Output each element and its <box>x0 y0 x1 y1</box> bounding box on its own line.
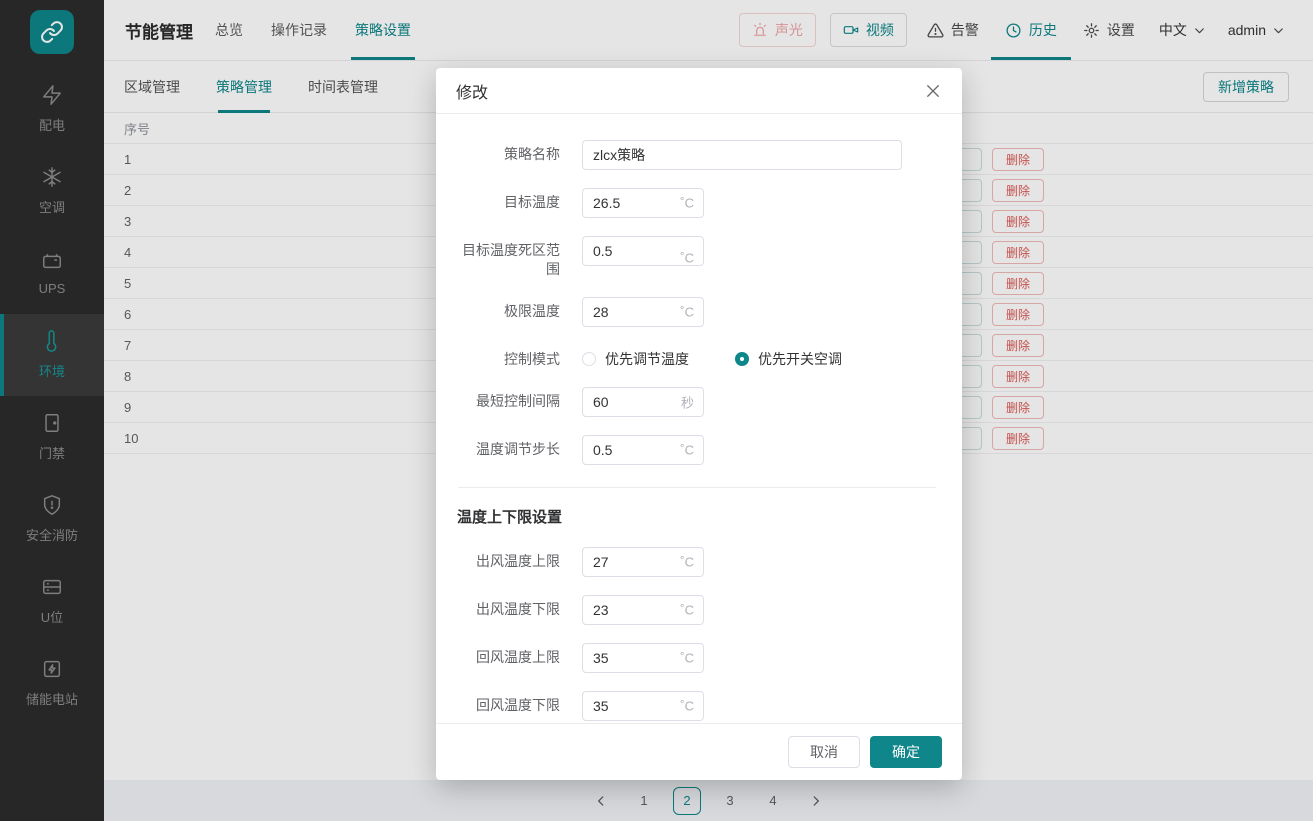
close-icon[interactable] <box>924 82 942 100</box>
edit-strategy-modal: 修改 策略名称 目标温度 ˚C 目标温度死区范围 ˚C 极限温度 <box>436 68 962 780</box>
field-label: 策略名称 <box>456 140 582 170</box>
radio-adjust-temperature[interactable]: 优先调节温度 <box>582 349 689 369</box>
strategy-name-input[interactable] <box>582 140 902 170</box>
field-label: 回风温度上限 <box>456 643 582 673</box>
modal-header: 修改 <box>436 68 962 114</box>
unit-label: ˚C <box>680 443 694 458</box>
section-title: 温度上下限设置 <box>457 506 938 527</box>
divider <box>458 487 936 488</box>
unit-label: ˚C <box>680 555 694 570</box>
radio-icon <box>735 352 749 366</box>
field-label: 回风温度下限 <box>456 691 582 721</box>
field-label: 出风温度下限 <box>456 595 582 625</box>
unit-label: ˚C <box>680 603 694 618</box>
field-label: 最短控制间隔 <box>456 387 582 417</box>
radio-icon <box>582 352 596 366</box>
unit-label: ˚C <box>680 305 694 320</box>
field-label: 极限温度 <box>456 297 582 327</box>
field-label: 目标温度死区范围 <box>456 236 582 279</box>
unit-label: 秒 <box>681 393 694 412</box>
field-label: 控制模式 <box>456 345 582 369</box>
unit-label: ˚C <box>680 699 694 714</box>
unit-label: ˚C <box>680 651 694 666</box>
unit-label: ˚C <box>680 250 694 265</box>
confirm-button[interactable]: 确定 <box>870 736 942 768</box>
field-label: 目标温度 <box>456 188 582 218</box>
cancel-button[interactable]: 取消 <box>788 736 860 768</box>
field-label: 出风温度上限 <box>456 547 582 577</box>
modal-body: 策略名称 目标温度 ˚C 目标温度死区范围 ˚C 极限温度 ˚C <box>436 114 962 723</box>
radio-switch-ac[interactable]: 优先开关空调 <box>735 349 842 369</box>
modal-title: 修改 <box>456 79 488 103</box>
field-label: 温度调节步长 <box>456 435 582 465</box>
modal-footer: 取消 确定 <box>436 723 962 780</box>
unit-label: ˚C <box>680 196 694 211</box>
control-mode-radio-group: 优先调节温度 优先开关空调 <box>582 345 842 369</box>
